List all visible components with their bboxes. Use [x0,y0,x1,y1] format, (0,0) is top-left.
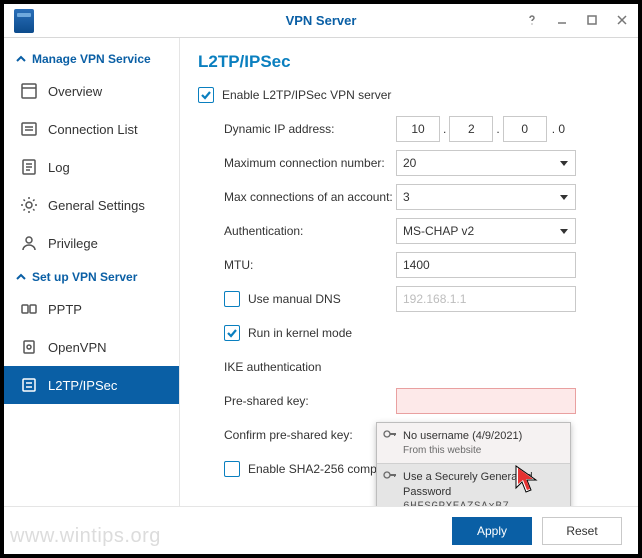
overview-icon [20,82,38,100]
max-acc-value: 3 [403,190,410,204]
auth-select[interactable]: MS-CHAP v2 [396,218,576,244]
mtu-label: MTU: [224,258,396,272]
chevron-down-icon [559,226,569,236]
dynamic-ip-octet2[interactable] [449,116,493,142]
sidebar-group-label: Manage VPN Service [32,52,151,66]
openvpn-icon [20,338,38,356]
titlebar: VPN Server [4,4,638,38]
max-conn-label: Maximum connection number: [224,156,396,170]
sidebar-item-overview[interactable]: Overview [4,72,179,110]
manual-dns-input [396,286,576,312]
chevron-up-icon [16,272,26,282]
sidebar-item-l2tp-ipsec[interactable]: L2TP/IPSec [4,366,179,404]
sidebar-item-label: L2TP/IPSec [48,378,117,393]
autofill-item-title: Use a Securely Generated Password [403,470,562,500]
sidebar-item-log[interactable]: Log [4,148,179,186]
key-icon [383,470,397,480]
maximize-button[interactable] [582,10,602,30]
max-acc-label: Max connections of an account: [224,190,396,204]
autofill-generated-password: 6HFSGPXEAZSAxB7 [403,500,562,506]
kernel-mode-label: Run in kernel mode [248,326,352,340]
chevron-up-icon [16,54,26,64]
sidebar-item-connection-list[interactable]: Connection List [4,110,179,148]
ike-label: IKE authentication [224,360,321,374]
sha-checkbox[interactable] [224,461,240,477]
auth-value: MS-CHAP v2 [403,224,474,238]
sha-label: Enable SHA2-256 compatib [248,462,396,476]
sidebar-item-label: Overview [48,84,102,99]
sidebar-item-pptp[interactable]: PPTP [4,290,179,328]
user-icon [20,234,38,252]
max-conn-select[interactable]: 20 [396,150,576,176]
footer: Apply Reset [4,506,638,554]
reset-button[interactable]: Reset [542,517,622,545]
autofill-item-title: No username (4/9/2021) [403,429,562,444]
autofill-item-sub: From this website [403,444,562,458]
max-conn-value: 20 [403,156,416,170]
sidebar-item-label: Log [48,160,70,175]
log-icon [20,158,38,176]
gear-icon [20,196,38,214]
dynamic-ip-octet3[interactable] [503,116,547,142]
mtu-input[interactable] [396,252,576,278]
sidebar-group-label: Set up VPN Server [32,270,137,284]
sidebar-item-label: OpenVPN [48,340,107,355]
psk-input[interactable] [396,388,576,414]
dynamic-ip-label: Dynamic IP address: [224,122,396,136]
sidebar: Manage VPN Service Overview Connection L… [4,38,180,506]
kernel-mode-checkbox[interactable] [224,325,240,341]
sidebar-group-setup[interactable]: Set up VPN Server [4,262,179,290]
enable-label: Enable L2TP/IPSec VPN server [222,88,391,102]
close-button[interactable] [612,10,632,30]
chevron-down-icon [559,192,569,202]
help-button[interactable] [522,10,542,30]
chevron-down-icon [559,158,569,168]
max-acc-select[interactable]: 3 [396,184,576,210]
sidebar-item-openvpn[interactable]: OpenVPN [4,328,179,366]
psk-label: Pre-shared key: [224,394,396,408]
manual-dns-checkbox[interactable] [224,291,240,307]
enable-checkbox[interactable] [198,87,214,103]
sidebar-item-label: Privilege [48,236,98,251]
app-icon [14,9,34,33]
pptp-icon [20,300,38,318]
manual-dns-label: Use manual DNS [248,292,396,306]
sidebar-item-general-settings[interactable]: General Settings [4,186,179,224]
sidebar-item-label: General Settings [48,198,145,213]
dynamic-ip-octet4-static: . 0 [547,122,568,136]
auth-label: Authentication: [224,224,396,238]
sidebar-group-manage[interactable]: Manage VPN Service [4,44,179,72]
main-content: L2TP/IPSec Enable L2TP/IPSec VPN server … [180,38,638,506]
sidebar-item-label: Connection List [48,122,138,137]
minimize-button[interactable] [552,10,572,30]
apply-button[interactable]: Apply [452,517,532,545]
page-title: L2TP/IPSec [198,52,618,72]
sidebar-item-privilege[interactable]: Privilege [4,224,179,262]
l2tp-icon [20,376,38,394]
sidebar-item-label: PPTP [48,302,82,317]
connection-list-icon [20,120,38,138]
password-autofill-popup: No username (4/9/2021) From this website… [376,422,571,506]
psk-confirm-label: Confirm pre-shared key: [224,428,396,442]
autofill-saved-login[interactable]: No username (4/9/2021) From this website [377,423,570,463]
autofill-generate-password[interactable]: Use a Securely Generated Password 6HFSGP… [377,464,570,506]
key-icon [383,429,397,439]
dynamic-ip-octet1[interactable] [396,116,440,142]
